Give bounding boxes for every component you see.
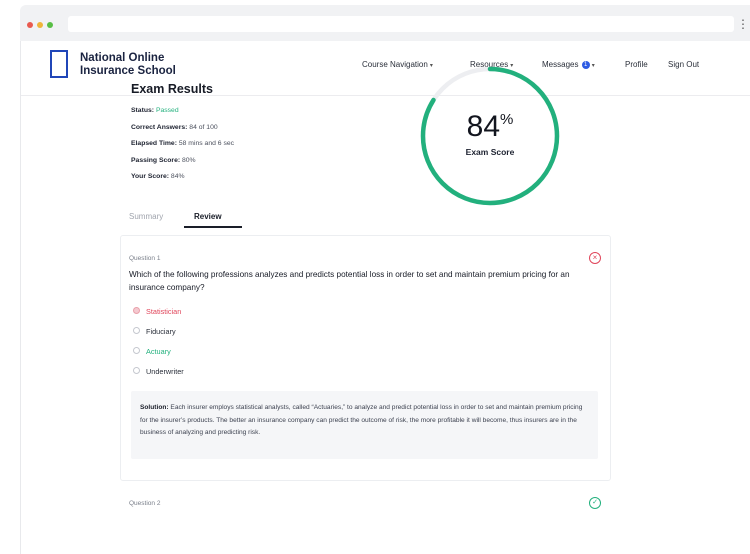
elapsed-time-row: Elapsed Time: 58 mins and 6 sec <box>131 140 234 147</box>
status-row: Status: Passed <box>131 107 179 114</box>
solution-body: Each insurer employs statistical analyst… <box>140 404 583 437</box>
status-value: Passed <box>155 107 179 114</box>
question-text: Which of the following professions analy… <box>129 270 570 292</box>
exam-score-label: Exam Score <box>465 147 515 157</box>
answer-option-label: Actuary <box>146 347 171 356</box>
answer-option-label: Statistician <box>146 307 182 316</box>
passing-score-value: 80% <box>182 157 196 164</box>
logo-icon[interactable] <box>50 50 68 78</box>
answer-option-selected-wrong: Statistician <box>133 307 181 316</box>
maximize-window-dot[interactable] <box>47 22 53 28</box>
your-score-row: Your Score: 84% <box>131 173 185 180</box>
chevron-down-icon: ▾ <box>591 63 595 69</box>
correct-check-icon: ✓ <box>589 497 601 509</box>
correct-answers-value: 84 of 100 <box>189 124 218 131</box>
correct-answers-label: Correct Answers: <box>131 124 188 131</box>
active-tab-indicator <box>184 226 242 228</box>
correct-answers-row: Correct Answers: 84 of 100 <box>131 124 218 131</box>
nav-profile[interactable]: Profile <box>625 60 648 69</box>
status-label: Status: <box>131 107 155 114</box>
elapsed-time-label: Elapsed Time: <box>131 140 177 147</box>
your-score-label: Your Score: <box>131 173 170 180</box>
tab-review[interactable]: Review <box>194 212 222 221</box>
exam-score-number: 84 <box>466 110 501 143</box>
answer-option-label: Fiduciary <box>146 327 176 336</box>
close-window-dot[interactable] <box>27 22 33 28</box>
messages-count-badge: 1 <box>581 61 590 69</box>
browser-chrome: ⋮ <box>20 5 750 41</box>
radio-icon <box>133 367 140 374</box>
radio-icon <box>133 307 140 314</box>
exam-score-value: 84% <box>418 110 562 144</box>
nav-sign-out[interactable]: Sign Out <box>668 60 699 69</box>
answer-option: Underwriter <box>133 367 184 376</box>
page-title: Exam Results <box>131 82 213 96</box>
passing-score-label: Passing Score: <box>131 157 181 164</box>
elapsed-time-value: 58 mins and 6 sec <box>178 140 235 147</box>
your-score-value: 84% <box>170 173 185 180</box>
radio-icon <box>133 347 140 354</box>
tab-summary[interactable]: Summary <box>129 212 163 221</box>
exam-score-percent-sign: % <box>500 111 514 128</box>
logo-text[interactable]: National Online Insurance School <box>80 52 176 78</box>
question-2-number: Question 2 <box>129 500 161 507</box>
passing-score-row: Passing Score: 80% <box>131 157 196 164</box>
address-bar[interactable] <box>68 16 734 32</box>
solution-label: Solution: <box>140 404 169 411</box>
radio-icon <box>133 327 140 334</box>
answer-option-correct: Actuary <box>133 347 171 356</box>
answer-option-label: Underwriter <box>146 367 184 376</box>
answer-option: Fiduciary <box>133 327 176 336</box>
logo-line-2: Insurance School <box>80 65 176 77</box>
browser-menu-icon[interactable]: ⋮ <box>737 16 749 32</box>
logo-line-1: National Online <box>80 52 165 64</box>
minimize-window-dot[interactable] <box>37 22 43 28</box>
solution-text: Solution: Each insurer employs statistic… <box>140 402 590 440</box>
question-number: Question 1 <box>129 255 161 262</box>
incorrect-icon: × <box>589 252 601 264</box>
